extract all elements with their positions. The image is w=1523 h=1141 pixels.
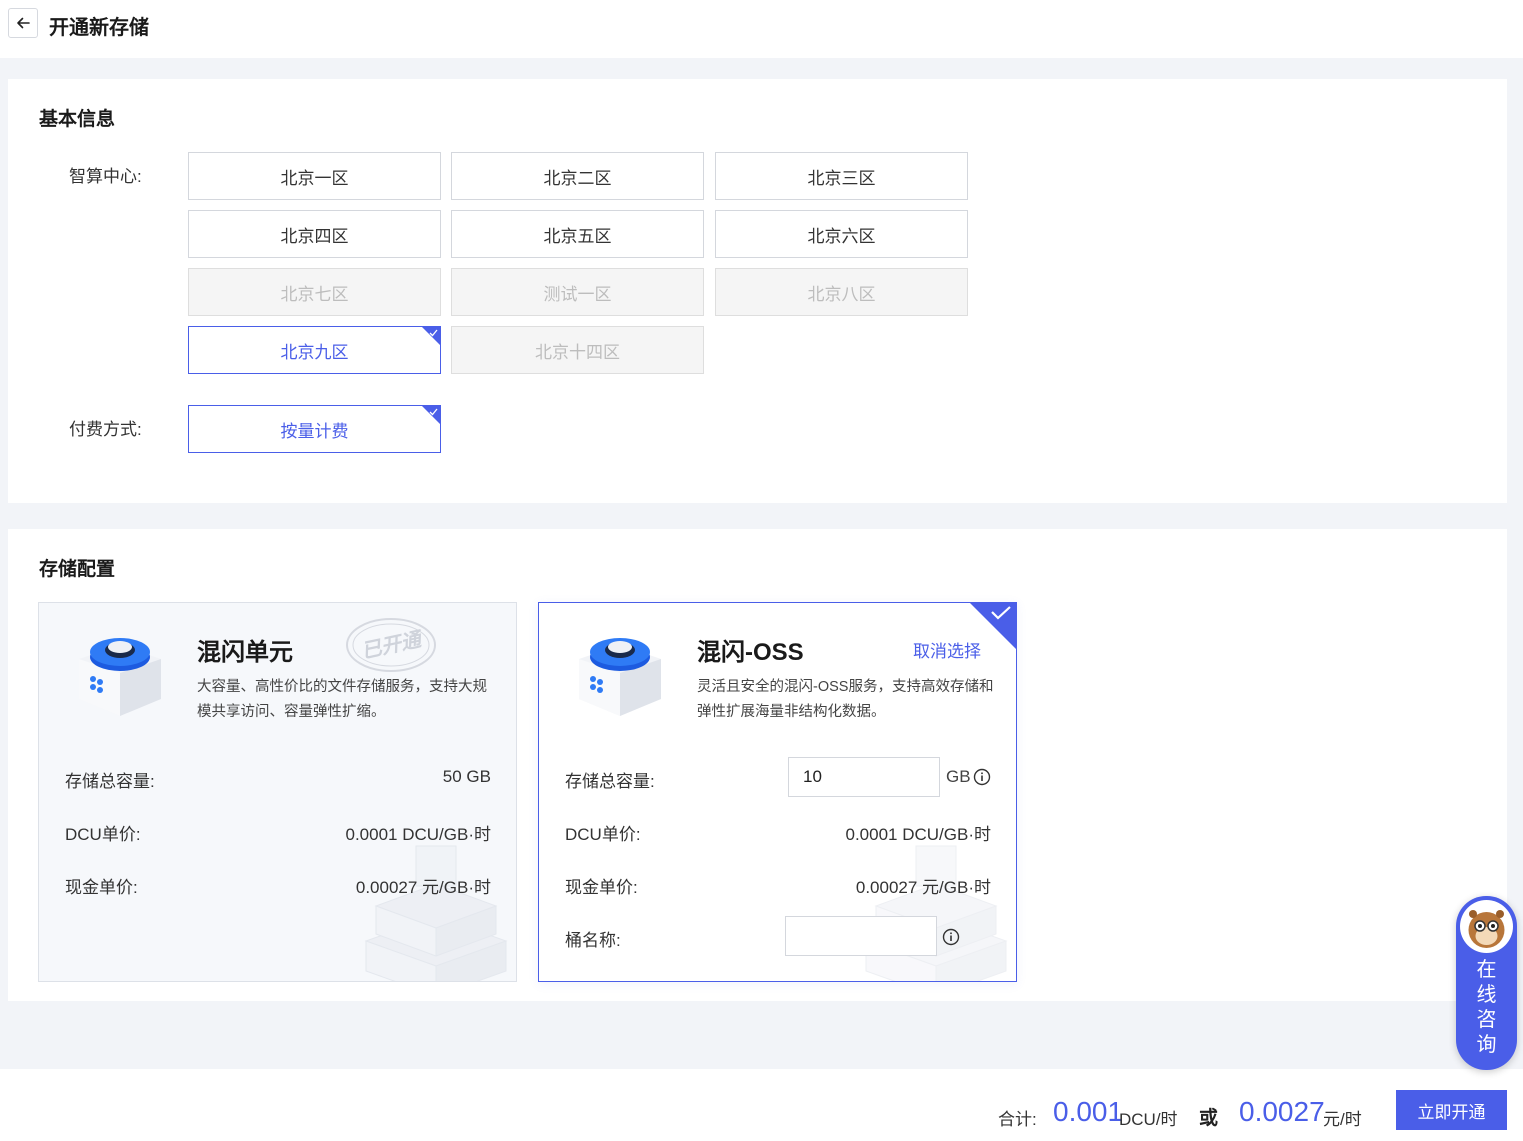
zone-option-label: 北京七区 [280, 284, 349, 304]
check-icon [429, 329, 438, 337]
zone-option-label: 北京二区 [543, 168, 612, 188]
zone-option[interactable]: 北京五区 [451, 210, 704, 258]
zone-option-label: 北京六区 [807, 226, 876, 246]
product-card-hybrid-oss[interactable]: 混闪-OSS 取消选择 灵活且安全的混闪-OSS服务，支持高效存储和弹性扩展海量… [538, 602, 1017, 982]
product-name: 混闪-OSS [697, 639, 804, 666]
zone-label: 智算中心: [69, 167, 142, 186]
page-title: 开通新存储 [49, 17, 149, 39]
bucket-name-input[interactable] [785, 916, 937, 956]
cash-unit: 元/时 [1323, 1110, 1362, 1129]
zone-option[interactable]: 北京六区 [715, 210, 968, 258]
online-consult-label: 在线咨询 [1476, 959, 1497, 1056]
section-title-storage: 存储配置 [39, 559, 116, 580]
zone-option-selected[interactable]: 北京九区 [188, 326, 441, 374]
cash-total: 0.0027 [1239, 1096, 1325, 1127]
submit-open-button[interactable]: 立即开通 [1396, 1090, 1507, 1130]
cash-price-label: 现金单价: [565, 878, 638, 897]
storage-unit-icon [79, 638, 161, 716]
dcu-price-value: 0.0001 DCU/GB·时 [345, 825, 492, 844]
mascot-avatar [1460, 900, 1513, 953]
svg-text:已开通: 已开通 [360, 628, 426, 663]
zone-option-disabled: 北京十四区 [451, 326, 704, 374]
zone-option-disabled: 测试一区 [451, 268, 704, 316]
footer-bar: 合计: 0.001 DCU/时 或 0.0027 元/时 立即开通 [0, 1069, 1523, 1141]
section-title-basic: 基本信息 [39, 109, 116, 130]
pay-option-selected[interactable]: 按量计费 [188, 405, 441, 453]
pay-label: 付费方式: [69, 420, 142, 439]
online-consult-button[interactable]: 在线咨询 [1456, 896, 1517, 1070]
zone-option-label: 北京四区 [280, 226, 349, 246]
product-card-hybrid-unit[interactable]: 已开通 混闪单元 大容量、高性价比的文件存储服务，支持大规模共享访问、容量弹性扩… [38, 602, 517, 982]
basic-info-card: 基本信息 智算中心: 北京一区 北京二区 北京三区 北京四区 北京五区 北京六区… [8, 79, 1507, 503]
product-name: 混闪单元 [197, 639, 293, 666]
total-label: 合计: [998, 1110, 1037, 1129]
capacity-label: 存储总容量: [65, 772, 155, 791]
dcu-price-label: DCU单价: [65, 825, 141, 844]
cash-price-value: 0.00027 元/GB·时 [355, 878, 491, 897]
zone-option[interactable]: 北京四区 [188, 210, 441, 258]
mascot-icon [1468, 910, 1505, 948]
zone-option[interactable]: 北京二区 [451, 152, 704, 200]
zone-option-label: 北京九区 [280, 342, 349, 362]
check-icon [429, 408, 438, 416]
zone-option-label: 北京十四区 [535, 342, 620, 362]
cash-price-value: 0.00027 元/GB·时 [855, 878, 991, 897]
back-button[interactable] [8, 8, 38, 38]
zone-option-disabled: 北京七区 [188, 268, 441, 316]
storage-oss-icon [579, 638, 661, 716]
product-description: 灵活且安全的混闪-OSS服务，支持高效存储和弹性扩展海量非结构化数据。 [697, 679, 994, 720]
top-bar: 开通新存储 [0, 0, 1523, 58]
storage-config-card: 存储配置 已开通 混闪单元 大容量、高性价比的文件存储服务，支持大规模共享访问、… [8, 529, 1507, 1001]
activated-stamp: 已开通 [346, 618, 436, 672]
capacity-value: 50 GB [442, 767, 491, 786]
dcu-price-label: DCU单价: [565, 825, 641, 844]
capacity-label: 存储总容量: [565, 772, 655, 791]
dcu-total: 0.001 [1053, 1096, 1124, 1127]
capacity-input[interactable] [788, 757, 940, 797]
zone-option-disabled: 北京八区 [715, 268, 968, 316]
server-illustration [364, 845, 508, 981]
cash-price-label: 现金单价: [65, 878, 138, 897]
arrow-left-icon [17, 17, 30, 29]
bucket-name-label: 桶名称: [565, 931, 621, 950]
zone-option[interactable]: 北京三区 [715, 152, 968, 200]
dcu-price-value: 0.0001 DCU/GB·时 [845, 825, 992, 844]
product-description: 大容量、高性价比的文件存储服务，支持大规模共享访问、容量弹性扩缩。 [197, 679, 487, 720]
pay-option-label: 按量计费 [280, 421, 349, 441]
zone-option-label: 北京五区 [543, 226, 612, 246]
zone-option-label: 测试一区 [543, 284, 612, 304]
capacity-unit: GB [946, 767, 971, 786]
dcu-unit: DCU/时 [1119, 1110, 1178, 1129]
zone-option[interactable]: 北京一区 [188, 152, 441, 200]
zone-option-label: 北京三区 [807, 168, 876, 188]
info-icon[interactable] [973, 768, 991, 786]
check-icon [991, 606, 1011, 620]
info-icon[interactable] [942, 928, 960, 946]
zone-option-label: 北京一区 [280, 168, 349, 188]
cancel-selection-link[interactable]: 取消选择 [913, 637, 981, 662]
zone-option-label: 北京八区 [807, 284, 876, 304]
or-text: 或 [1199, 1108, 1219, 1129]
server-illustration [864, 845, 1008, 981]
